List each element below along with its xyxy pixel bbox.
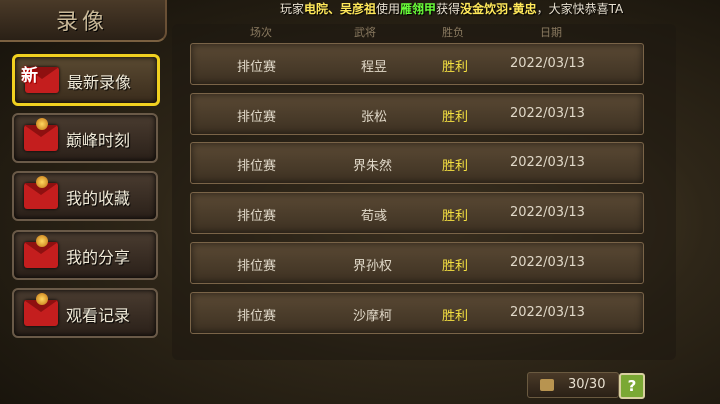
star-icon	[36, 176, 48, 188]
cell-mode: 排位赛	[237, 309, 277, 324]
table-row[interactable]: 排位赛 程昱 胜利 2022/03/13	[190, 43, 644, 85]
sidebar-item-favorites[interactable]: 我的收藏	[12, 171, 158, 221]
table-row[interactable]: 排位赛 荀彧 胜利 2022/03/13	[190, 192, 644, 234]
ticker-player: 电院、吴彦祖	[304, 2, 377, 16]
header-mode: 场次	[250, 26, 272, 39]
cell-mode: 排位赛	[237, 60, 277, 75]
ticker-reward: 没金饮羽·黄忠	[460, 2, 537, 16]
cell-date: 2022/03/13	[510, 305, 585, 320]
header-general: 武将	[354, 26, 376, 39]
cell-result: 胜利	[442, 259, 469, 274]
page-title: 录像	[56, 10, 109, 35]
sidebar-item-label: 观看记录	[66, 306, 131, 325]
cell-mode: 排位赛	[237, 110, 277, 125]
cell-general: 程昱	[361, 60, 388, 75]
table-row[interactable]: 排位赛 界孙权 胜利 2022/03/13	[190, 242, 644, 284]
replay-count: 30/30	[568, 377, 606, 392]
arrow-up-icon	[36, 118, 48, 130]
ticker-text: 使用	[376, 2, 401, 16]
cell-result: 胜利	[442, 110, 469, 125]
cell-mode: 排位赛	[237, 159, 277, 174]
table-row[interactable]: 排位赛 沙摩柯 胜利 2022/03/13	[190, 292, 644, 334]
table-row[interactable]: 排位赛 界朱然 胜利 2022/03/13	[190, 142, 644, 184]
cell-general: 界朱然	[353, 159, 393, 174]
help-button[interactable]: ?	[619, 373, 645, 399]
sidebar-item-history[interactable]: 观看记录	[12, 288, 158, 338]
cell-result: 胜利	[442, 60, 469, 75]
cell-result: 胜利	[442, 209, 469, 224]
ticker-text: 玩家	[280, 2, 305, 16]
cell-result: 胜利	[442, 309, 469, 324]
share-icon	[36, 235, 48, 247]
cell-result: 胜利	[442, 159, 469, 174]
announcement-ticker: 玩家电院、吴彦祖使用雁翎甲获得没金饮羽·黄忠，大家快恭喜TA	[280, 0, 720, 18]
film-icon	[540, 379, 554, 391]
cell-general: 荀彧	[361, 209, 388, 224]
ticker-text: 获得	[436, 2, 461, 16]
sidebar-item-highlights[interactable]: 巅峰时刻	[12, 113, 158, 163]
cell-date: 2022/03/13	[510, 106, 585, 121]
sidebar-item-label: 巅峰时刻	[66, 131, 131, 150]
header-date: 日期	[540, 26, 562, 39]
cell-general: 张松	[361, 110, 388, 125]
sidebar-item-label: 最新录像	[67, 73, 132, 92]
sidebar-item-shares[interactable]: 我的分享	[12, 230, 158, 280]
sidebar-item-latest[interactable]: 新 最新录像	[12, 54, 160, 106]
cell-date: 2022/03/13	[510, 56, 585, 71]
cell-date: 2022/03/13	[510, 205, 585, 220]
header-result: 胜负	[442, 26, 464, 39]
cell-date: 2022/03/13	[510, 155, 585, 170]
cell-mode: 排位赛	[237, 209, 277, 224]
ticker-item: 雁翎甲	[400, 2, 437, 16]
sidebar-item-label: 我的收藏	[66, 189, 131, 208]
ticker-text: ，大家快恭喜TA	[536, 2, 624, 16]
replay-counter: 30/30	[527, 372, 619, 398]
cell-mode: 排位赛	[237, 259, 277, 274]
cell-date: 2022/03/13	[510, 255, 585, 270]
replay-icon	[36, 293, 48, 305]
cell-general: 沙摩柯	[353, 309, 393, 324]
title-plate: 录像	[0, 0, 167, 42]
new-badge: 新	[21, 66, 38, 86]
cell-general: 界孙权	[353, 259, 393, 274]
sidebar-item-label: 我的分享	[66, 248, 131, 267]
table-row[interactable]: 排位赛 张松 胜利 2022/03/13	[190, 93, 644, 135]
